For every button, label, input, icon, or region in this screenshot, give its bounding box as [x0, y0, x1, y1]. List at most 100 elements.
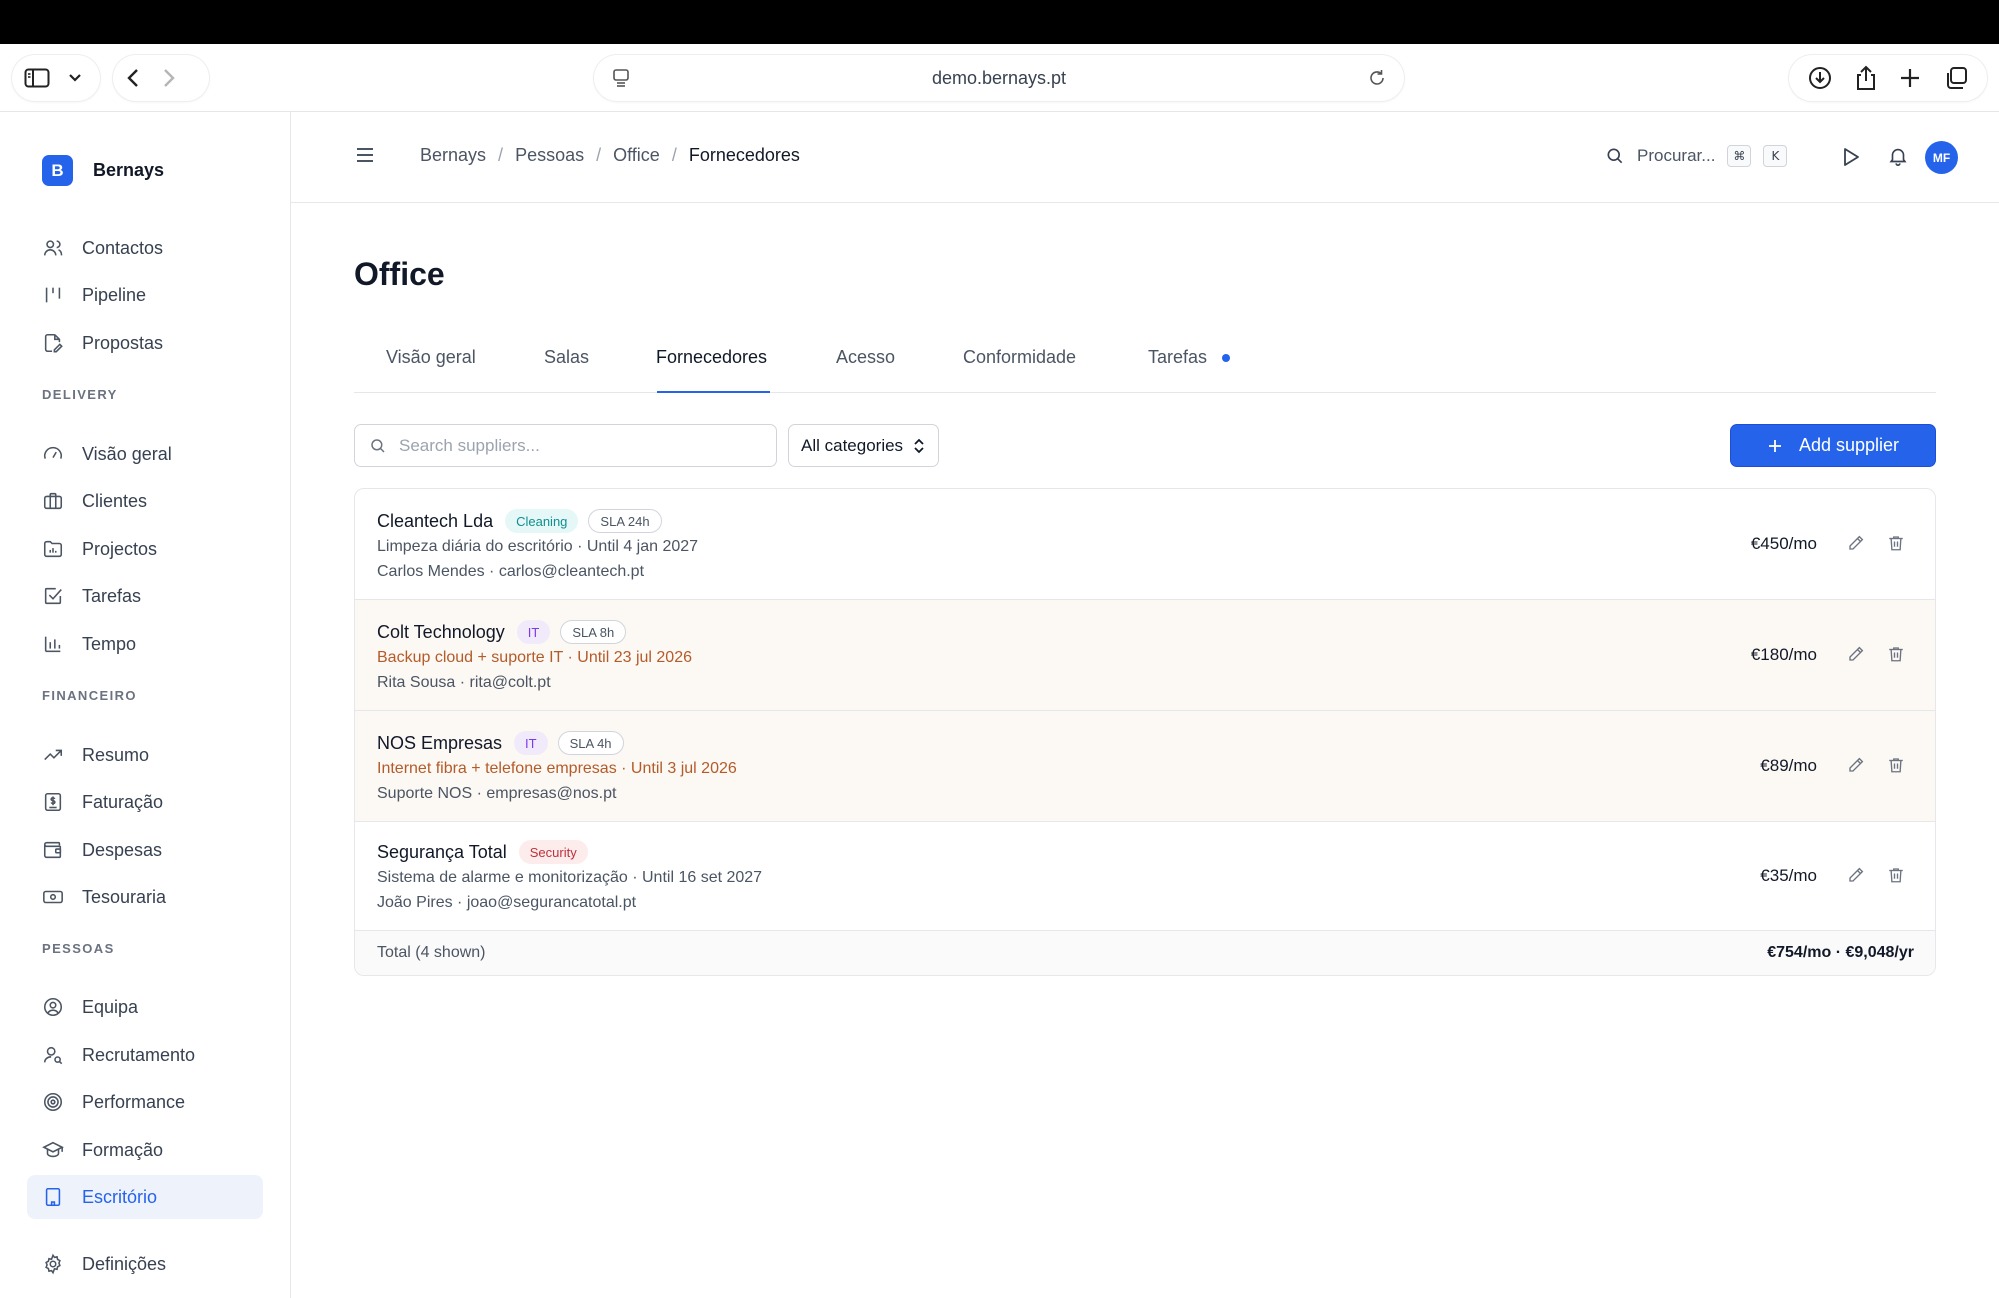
edit-icon[interactable] [1847, 534, 1865, 557]
menu-icon[interactable] [355, 146, 375, 169]
search-input[interactable] [399, 435, 759, 456]
breadcrumb-item[interactable]: Office [613, 145, 660, 166]
category-badge: Cleaning [505, 509, 579, 533]
tab-tarefas[interactable]: Tarefas [1148, 347, 1207, 368]
sidebar-item-equipa[interactable]: Equipa [27, 985, 263, 1029]
trash-icon[interactable] [1887, 645, 1905, 668]
new-tab-icon[interactable] [1899, 67, 1921, 89]
sidebar-item-escritorio[interactable]: Escritório [27, 1175, 263, 1219]
supplier-name: NOS Empresas [377, 732, 503, 753]
sidebar-item-tarefas[interactable]: Tarefas [27, 574, 263, 618]
add-supplier-button[interactable]: Add supplier [1730, 424, 1936, 467]
url-text[interactable]: demo.bernays.pt [932, 68, 1066, 89]
sidebar-item-definicoes[interactable]: Definições [27, 1242, 263, 1286]
category-select[interactable]: All categories [788, 424, 939, 467]
tab-overview-icon[interactable] [1944, 66, 1968, 90]
brand[interactable]: B Bernays [42, 155, 164, 186]
tab-bar: Visão geral Salas Fornecedores Acesso Co… [354, 336, 1936, 393]
tab-visao-geral[interactable]: Visão geral [386, 347, 476, 368]
supplier-price: €89/mo [1760, 756, 1817, 775]
sidebar-item-formacao[interactable]: Formação [27, 1128, 263, 1172]
edit-icon[interactable] [1847, 645, 1865, 668]
avatar[interactable]: MF [1925, 141, 1958, 174]
sidebar-item-projectos[interactable]: Projectos [27, 527, 263, 571]
sidebar-item-label: Equipa [82, 996, 139, 1017]
sidebar-item-label: Tarefas [82, 585, 142, 606]
sidebar-item-label: Recrutamento [82, 1044, 196, 1065]
supplier-name: Cleantech Lda [377, 510, 494, 531]
add-supplier-label: Add supplier [1798, 435, 1900, 455]
sidebar-item-faturacao[interactable]: Faturação [27, 780, 263, 824]
app-topbar: Bernays / Pessoas / Office / Fornecedore… [291, 112, 1999, 203]
trash-icon[interactable] [1887, 534, 1905, 557]
supplier-contact: Carlos Mendes · carlos@cleantech.pt [377, 563, 645, 580]
document-edit-icon [44, 333, 63, 353]
supplier-header: Segurança Total Security [377, 840, 588, 864]
supplier-contact: João Pires · joao@segurancatotal.pt [377, 894, 637, 911]
history-nav [113, 55, 209, 101]
sidebar-item-performance[interactable]: Performance [27, 1080, 263, 1124]
back-icon[interactable] [127, 68, 139, 88]
sidebar-item-tempo[interactable]: Tempo [27, 622, 263, 666]
reload-icon[interactable] [1368, 68, 1386, 88]
sidebar-toggle-icon[interactable] [24, 68, 50, 88]
supplier-row[interactable]: NOS Empresas IT SLA 4h Internet fibra + … [355, 711, 1935, 822]
kanban-icon [45, 287, 61, 303]
breadcrumb-item[interactable]: Bernays [420, 145, 486, 166]
sidebar-item-despesas[interactable]: Despesas [27, 828, 263, 872]
sidebar-item-resumo[interactable]: Resumo [27, 733, 263, 777]
download-icon[interactable] [1808, 66, 1832, 90]
tab-salas[interactable]: Salas [544, 347, 589, 368]
invoice-icon [44, 792, 62, 812]
supplier-row[interactable]: Segurança Total Security Sistema de alar… [355, 822, 1935, 931]
tab-acesso[interactable]: Acesso [836, 347, 895, 368]
sidebar-toggle-group[interactable] [12, 55, 100, 101]
play-icon[interactable] [1841, 146, 1861, 173]
sidebar-item-clientes[interactable]: Clientes [27, 479, 263, 523]
users-icon [43, 240, 63, 256]
brand-logo: B [42, 155, 73, 186]
briefcase-icon [43, 492, 63, 510]
breadcrumb-separator: / [596, 145, 602, 165]
supplier-description: Sistema de alarme e monitorização · Unti… [377, 869, 763, 886]
sidebar: B Bernays Contactos Pipeline Propostas D… [0, 112, 291, 1298]
tab-conformidade[interactable]: Conformidade [963, 347, 1076, 368]
sidebar-item-tesouraria[interactable]: Tesouraria [27, 875, 263, 919]
sidebar-item-label: Faturação [82, 791, 164, 812]
breadcrumb-item[interactable]: Pessoas [515, 145, 584, 166]
supplier-row[interactable]: Colt Technology IT SLA 8h Backup cloud +… [355, 600, 1935, 711]
gauge-icon [43, 446, 63, 459]
supplier-search[interactable] [354, 424, 777, 467]
total-row: Total (4 shown) €754/mo · €9,048/yr [355, 931, 1935, 975]
address-bar[interactable]: demo.bernays.pt [594, 55, 1404, 101]
sidebar-item-contactos[interactable]: Contactos [27, 226, 263, 270]
bell-icon[interactable] [1887, 145, 1909, 172]
browser-toolbar: demo.bernays.pt [0, 44, 1999, 112]
sidebar-item-recrutamento[interactable]: Recrutamento [27, 1033, 263, 1077]
edit-icon[interactable] [1847, 756, 1865, 779]
tab-fornecedores[interactable]: Fornecedores [656, 347, 767, 368]
reader-icon[interactable] [612, 68, 630, 88]
search-label: Procurar... [1637, 146, 1716, 165]
sidebar-item-label: Performance [82, 1091, 186, 1112]
sidebar-item-label: Visão geral [82, 443, 172, 464]
sidebar-item-pipeline[interactable]: Pipeline [27, 273, 263, 317]
edit-icon[interactable] [1847, 866, 1865, 889]
sidebar-item-visao-geral[interactable]: Visão geral [27, 432, 263, 476]
supplier-row[interactable]: Cleantech Lda Cleaning SLA 24h Limpeza d… [355, 489, 1935, 600]
sidebar-item-propostas[interactable]: Propostas [27, 321, 263, 365]
global-search-button[interactable]: Procurar... ⌘ K [1605, 145, 1788, 167]
gear-icon [45, 1253, 61, 1275]
trash-icon[interactable] [1887, 756, 1905, 779]
trash-icon[interactable] [1887, 866, 1905, 889]
forward-icon[interactable] [163, 68, 175, 88]
folder-chart-icon [43, 540, 63, 558]
os-menu-bar [0, 0, 1999, 44]
target-icon [43, 1092, 63, 1112]
checkbox-icon [44, 587, 62, 605]
chevron-down-icon[interactable] [68, 73, 82, 83]
graduation-cap-icon [42, 1141, 64, 1158]
share-icon[interactable] [1855, 65, 1877, 91]
supplier-description: Limpeza diária do escritório · Until 4 j… [377, 538, 699, 555]
active-tab-indicator [657, 391, 770, 393]
